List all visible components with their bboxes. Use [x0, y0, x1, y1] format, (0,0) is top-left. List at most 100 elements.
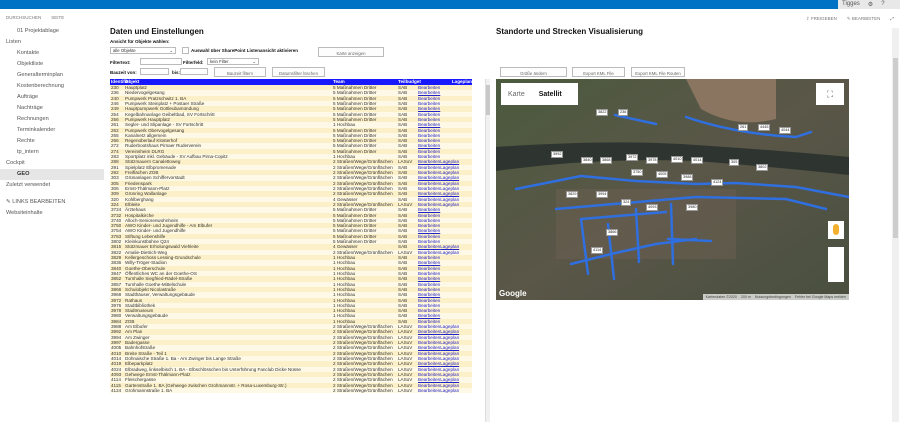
nav-rechte[interactable]: Rechte	[0, 136, 104, 147]
map-marker[interactable]: 3992	[551, 151, 564, 158]
edit-link[interactable]: Bearbeiten	[418, 282, 440, 287]
lageplan-link[interactable]: Lageplan	[440, 361, 459, 366]
edit-link[interactable]: Bearbeiten	[418, 319, 440, 324]
edit-link[interactable]: Bearbeiten	[418, 143, 440, 148]
edit-link[interactable]: Bearbeiten	[418, 159, 440, 164]
nav-listen[interactable]: Listen	[0, 37, 104, 48]
edit-link[interactable]: Bearbeiten	[418, 101, 440, 106]
nav-kostenberechnung[interactable]: Kostenberechnung	[0, 81, 104, 92]
nav-tp-intern[interactable]: tp_intern	[0, 147, 104, 158]
edit-link[interactable]: Bearbeiten	[418, 223, 440, 228]
edit-link[interactable]: Bearbeiten	[418, 377, 440, 382]
edit-link[interactable]: Bearbeiten	[418, 234, 440, 239]
user-name[interactable]: Tigges	[842, 1, 860, 8]
edit-links-button[interactable]: ✎ LINKS BEARBEITEN	[0, 197, 104, 208]
lageplan-link[interactable]: Lageplan	[440, 329, 459, 334]
map-marker[interactable]: 3972	[626, 154, 639, 161]
edit-link[interactable]: Bearbeiten	[418, 260, 440, 265]
pegman-icon[interactable]	[828, 221, 844, 239]
edit-link[interactable]: Bearbeiten	[418, 303, 440, 308]
page-scrollbar-thumb[interactable]	[893, 58, 898, 238]
map-type-satellit[interactable]: Satellit	[539, 91, 562, 98]
map-marker[interactable]: 3840	[581, 157, 594, 164]
tab-browse[interactable]: DURCHSUCHEN	[6, 15, 41, 20]
edit-link[interactable]: Bearbeiten	[418, 138, 440, 143]
edit-link[interactable]: Bearbeiten	[418, 96, 440, 101]
edit-link[interactable]: Bearbeiten	[418, 154, 440, 159]
lageplan-link[interactable]: Lageplan	[440, 202, 459, 207]
edit-link[interactable]: Bearbeiten	[418, 117, 440, 122]
edit-link[interactable]: Bearbeiten	[418, 266, 440, 271]
edit-button[interactable]: ✎ BEARBEITEN	[847, 16, 881, 22]
map-marker[interactable]: 4445	[758, 124, 771, 131]
nav-auftraege[interactable]: Aufträge	[0, 92, 104, 103]
map-marker[interactable]: 3750	[631, 169, 644, 176]
edit-link[interactable]: Bearbeiten	[418, 90, 440, 95]
edit-link[interactable]: Bearbeiten	[418, 186, 440, 191]
map-marker[interactable]: 4093	[646, 204, 659, 211]
lageplan-link[interactable]: Lageplan	[440, 165, 459, 170]
edit-link[interactable]: Bearbeiten	[418, 324, 440, 329]
edit-link[interactable]: Bearbeiten	[418, 191, 440, 196]
filterfeld-select[interactable]: kein Filter ⌄	[207, 58, 259, 65]
user-menu[interactable]: Tigges ⚙?	[838, 0, 900, 9]
resize-button[interactable]: Größe ändern	[500, 67, 567, 77]
nav-nachtraege[interactable]: Nachträge	[0, 103, 104, 114]
map-marker[interactable]: 4005	[656, 171, 669, 178]
lageplan-link[interactable]: Lageplan	[440, 197, 459, 202]
edit-link[interactable]: Bearbeiten	[418, 329, 440, 334]
lageplan-link[interactable]: Lageplan	[440, 324, 459, 329]
bauzeit-filter-button[interactable]: Bauzeit filtern	[214, 67, 266, 77]
edit-link[interactable]: Bearbeiten	[418, 276, 440, 281]
zoom-control[interactable]	[828, 247, 844, 282]
edit-link[interactable]: Bearbeiten	[418, 388, 440, 393]
nav-terminkalender[interactable]: Terminkalender	[0, 125, 104, 136]
edit-link[interactable]: Bearbeiten	[418, 170, 440, 175]
lageplan-link[interactable]: Lageplan	[440, 250, 459, 255]
bauzeit-von-input[interactable]	[140, 68, 169, 75]
scale-bar[interactable]: 200 m	[741, 294, 751, 300]
edit-link[interactable]: Bearbeiten	[418, 308, 440, 313]
map-marker[interactable]: 3868	[600, 157, 613, 164]
lageplan-link[interactable]: Lageplan	[440, 170, 459, 175]
edit-link[interactable]: Bearbeiten	[418, 292, 440, 297]
help-icon[interactable]: ?	[881, 1, 884, 8]
map-marker[interactable]: 305	[729, 159, 740, 166]
edit-link[interactable]: Bearbeiten	[418, 345, 440, 350]
nav-cockpit[interactable]: Cockpit	[0, 158, 104, 169]
tab-page[interactable]: SEITE	[51, 15, 64, 20]
edit-link[interactable]: Bearbeiten	[418, 313, 440, 318]
lageplan-link[interactable]: Lageplan	[440, 377, 459, 382]
export-kml-routes-button[interactable]: Export KML File Routen	[631, 67, 685, 77]
lageplan-link[interactable]: Lageplan	[440, 244, 459, 249]
edit-link[interactable]: Bearbeiten	[418, 112, 440, 117]
map-marker[interactable]: 4114	[591, 247, 604, 254]
map-marker[interactable]: 3988	[681, 174, 694, 181]
map-marker[interactable]: 4014	[691, 157, 704, 164]
edit-link[interactable]: Bearbeiten	[418, 149, 440, 154]
map-marker[interactable]: 4044	[779, 127, 792, 134]
lageplan-link[interactable]: Lageplan	[440, 356, 459, 361]
lageplan-link[interactable]: Lageplan	[440, 351, 459, 356]
lageplan-link[interactable]: Lageplan	[440, 372, 459, 377]
lageplan-link[interactable]: Lageplan	[440, 191, 459, 196]
nav-rechnungen[interactable]: Rechnungen	[0, 114, 104, 125]
edit-link[interactable]: Bearbeiten	[418, 356, 440, 361]
share-button[interactable]: ⇪ FREIGEBEN	[806, 16, 837, 22]
edit-link[interactable]: Bearbeiten	[418, 340, 440, 345]
nav-geo[interactable]: GEO	[0, 169, 104, 180]
edit-link[interactable]: Bearbeiten	[418, 202, 440, 207]
edit-link[interactable]: Bearbeiten	[418, 335, 440, 340]
map-marker[interactable]: 4124	[711, 179, 724, 186]
edit-link[interactable]: Bearbeiten	[418, 175, 440, 180]
edit-link[interactable]: Bearbeiten	[418, 351, 440, 356]
edit-link[interactable]: Bearbeiten	[418, 367, 440, 372]
nav-objektliste[interactable]: Objektliste	[0, 59, 104, 70]
map-marker[interactable]: 3866	[606, 229, 619, 236]
fullscreen-icon[interactable]: ⛶	[816, 83, 844, 105]
edit-link[interactable]: Bearbeiten	[418, 244, 440, 249]
map-marker[interactable]: 236	[618, 109, 629, 116]
edit-link[interactable]: Bearbeiten	[418, 213, 440, 218]
google-map[interactable]: 3822 236 261 4445 4044 3992 3840 3868 3972 3978 40…	[496, 79, 849, 300]
edit-link[interactable]: Bearbeiten	[418, 181, 440, 186]
